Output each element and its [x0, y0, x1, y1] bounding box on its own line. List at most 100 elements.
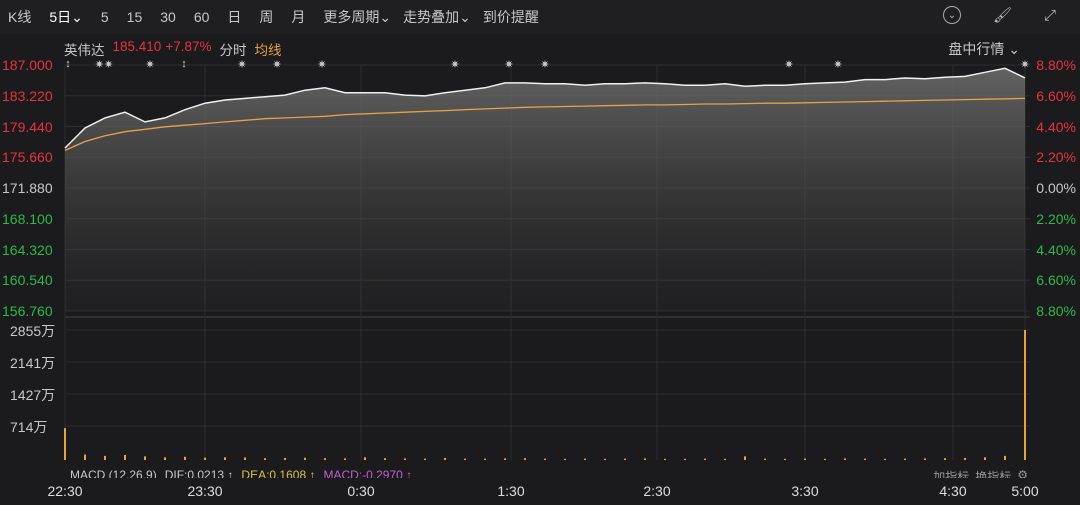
- volume-bar: [184, 456, 186, 460]
- macd-value: MACD:-0.2970 ↑: [323, 468, 413, 478]
- y-tick-right: 6.60%: [1036, 272, 1076, 289]
- volume-bar: [1024, 330, 1026, 460]
- volume-tick: 2141万: [10, 355, 56, 371]
- volume-bar: [264, 458, 266, 460]
- x-tick: 4:30: [939, 483, 967, 499]
- y-tick-right: 4.40%: [1036, 241, 1076, 258]
- volume-bar: [824, 458, 826, 460]
- macd-dif: DIF:0.0213 ↑: [164, 468, 234, 478]
- settings-icon[interactable]: ⚙: [1017, 468, 1028, 478]
- macd-name: MACD (12,26,9): [70, 468, 157, 478]
- change-indicator-button[interactable]: 换指标: [975, 468, 1011, 478]
- volume-bar: [304, 457, 306, 460]
- volume-bar: [964, 457, 966, 460]
- volume-bar: [244, 457, 246, 460]
- y-tick-left: 187.000: [2, 57, 53, 73]
- volume-bar: [564, 458, 566, 460]
- x-tick: 23:30: [187, 483, 223, 499]
- volume-bar: [584, 458, 586, 460]
- volume-bar: [784, 458, 786, 460]
- event-marker-icon[interactable]: ✷: [784, 58, 793, 71]
- volume-bar: [524, 458, 526, 460]
- x-tick: 1:30: [497, 483, 525, 499]
- volume-bar: [504, 458, 506, 460]
- y-tick-left: 164.320: [2, 241, 53, 258]
- price-area: [65, 68, 1025, 311]
- volume-bar: [204, 457, 206, 460]
- volume-bar: [844, 458, 846, 460]
- y-tick-right: 4.40%: [1036, 118, 1076, 135]
- y-tick-right: 6.60%: [1036, 87, 1076, 104]
- x-tick: 3:30: [791, 483, 819, 499]
- volume-tick: 2855万: [10, 323, 56, 339]
- volume-bar: [724, 458, 726, 460]
- x-tick: 22:30: [47, 483, 83, 499]
- volume-bar: [144, 456, 146, 460]
- y-tick-right: 8.80%: [1036, 303, 1076, 319]
- volume-bar: [644, 458, 646, 460]
- volume-bar: [544, 458, 546, 460]
- y-tick-right: 2.20%: [1036, 149, 1076, 166]
- volume-bar: [904, 458, 906, 460]
- volume-bar: [1004, 455, 1006, 460]
- volume-bar: [664, 458, 666, 460]
- y-tick-right: 0.00%: [1036, 180, 1076, 196]
- volume-bar: [64, 428, 66, 460]
- macd-dea: DEA:0.1608 ↑: [241, 468, 316, 478]
- volume-bar: [684, 458, 686, 460]
- y-tick-right: 8.80%: [1036, 57, 1076, 73]
- volume-bar: [984, 457, 986, 460]
- event-marker-icon[interactable]: ✷: [504, 58, 513, 71]
- macd-legend: MACD (12,26,9) DIF:0.0213 ↑ DEA:0.1608 ↑…: [70, 468, 412, 478]
- volume-bar: [764, 458, 766, 460]
- indicator-controls: 加指标 换指标 ⚙: [933, 468, 1028, 478]
- y-tick-right: 2.20%: [1036, 210, 1076, 227]
- volume-bar: [164, 457, 166, 460]
- x-tick: 5:00: [1011, 483, 1039, 499]
- volume-tick: 714万: [10, 419, 48, 435]
- event-marker-icon[interactable]: ✷: [317, 58, 326, 71]
- event-marker-icon[interactable]: ✷✷: [95, 58, 113, 71]
- volume-bar: [344, 458, 346, 460]
- event-marker-icon[interactable]: ✷: [237, 58, 246, 71]
- x-tick: 0:30: [347, 483, 375, 499]
- volume-bar: [384, 458, 386, 460]
- y-tick-left: 160.540: [2, 272, 53, 289]
- event-marker-icon[interactable]: ✷: [450, 58, 459, 71]
- volume-bar: [364, 457, 366, 460]
- add-indicator-button[interactable]: 加指标: [933, 468, 969, 478]
- volume-bar: [124, 454, 126, 460]
- volume-bar: [924, 458, 926, 460]
- volume-bar: [604, 458, 606, 460]
- volume-bar: [804, 458, 806, 460]
- event-marker-icon[interactable]: ✷: [833, 58, 842, 71]
- event-marker-icon[interactable]: ✷: [1020, 58, 1029, 71]
- volume-bar: [444, 457, 446, 460]
- y-tick-left: 156.760: [2, 303, 53, 319]
- volume-bar: [864, 458, 866, 460]
- volume-bar: [884, 458, 886, 460]
- volume-bar: [704, 458, 706, 460]
- volume-bar: [84, 454, 86, 460]
- volume-bar: [744, 456, 746, 460]
- volume-bar: [464, 458, 466, 460]
- y-tick-left: 175.660: [2, 149, 53, 166]
- event-marker-icon[interactable]: ✷: [540, 58, 549, 71]
- volume-bar: [324, 458, 326, 460]
- y-tick-left: 179.440: [2, 118, 53, 135]
- x-tick: 2:30: [643, 483, 671, 499]
- event-marker-icon[interactable]: ✷: [145, 58, 154, 71]
- volume-tick: 1427万: [10, 387, 56, 403]
- y-tick-left: 171.880: [2, 180, 53, 196]
- event-marker-icon[interactable]: ✷: [272, 58, 281, 71]
- volume-bar: [284, 457, 286, 460]
- event-marker-icon[interactable]: ↕: [181, 58, 187, 70]
- volume-bar: [944, 458, 946, 460]
- volume-bar: [404, 458, 406, 460]
- y-tick-left: 168.100: [2, 210, 53, 227]
- chart-canvas: [64, 64, 1030, 460]
- volume-bar: [104, 455, 106, 460]
- y-tick-left: 183.220: [2, 87, 53, 104]
- event-marker-icon[interactable]: ↕: [65, 58, 71, 70]
- volume-bar: [484, 458, 486, 460]
